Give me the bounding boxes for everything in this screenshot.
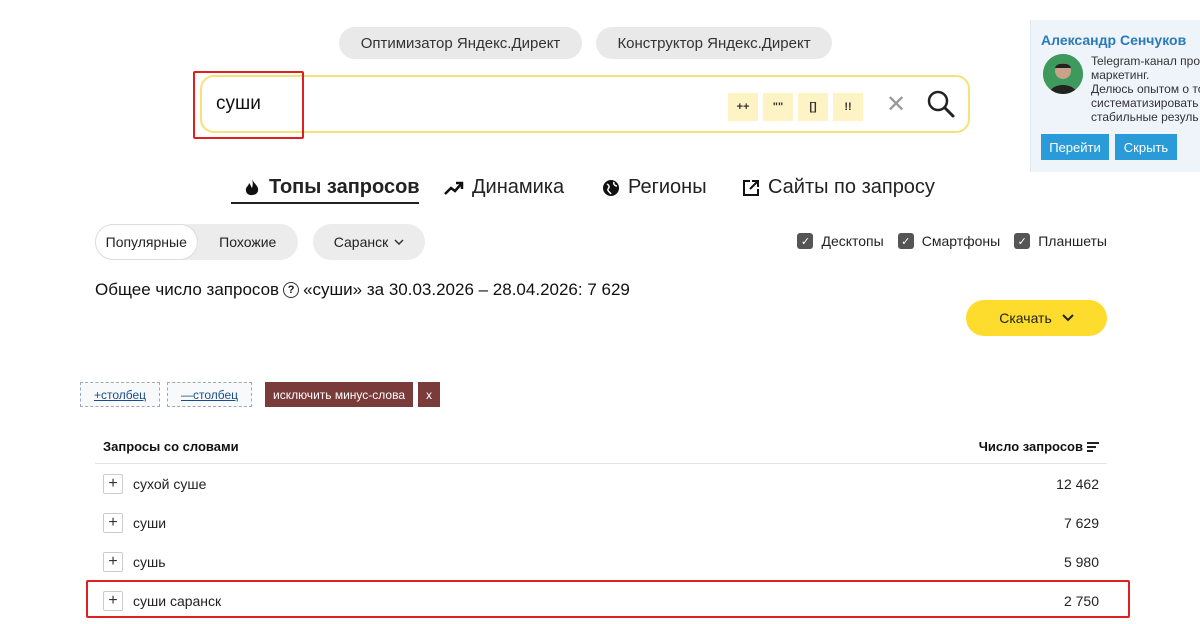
tab-regions[interactable]: Регионы: [602, 176, 707, 199]
promo-hide-button[interactable]: Скрыть: [1115, 134, 1177, 160]
device-label: Планшеты: [1038, 233, 1107, 249]
segment-popular[interactable]: Популярные: [95, 224, 198, 260]
region-select[interactable]: Саранск: [313, 224, 425, 260]
row-highlight-box: [86, 580, 1130, 618]
exclude-minus-words-button[interactable]: исключить минус-слова: [265, 382, 413, 407]
device-tablet[interactable]: ✓ Планшеты: [1014, 233, 1107, 249]
sort-icon[interactable]: [1087, 441, 1099, 452]
segment-similar[interactable]: Похожие: [198, 224, 299, 260]
add-column-button[interactable]: +столбец: [80, 382, 160, 407]
checkbox-checked-icon[interactable]: ✓: [1014, 233, 1031, 249]
table-row: + сушь 5 980: [95, 542, 1107, 581]
promo-line: маркетинг.: [1091, 68, 1150, 82]
promo-description: Telegram-канал про маркетинг. Делюсь опы…: [1091, 54, 1200, 124]
download-button[interactable]: Скачать: [966, 300, 1107, 336]
operator-brackets-button[interactable]: []: [798, 93, 828, 121]
table-header: Запросы со словами Число запросов: [95, 430, 1107, 464]
search-highlight-box: [193, 71, 304, 139]
checkbox-checked-icon[interactable]: ✓: [897, 233, 914, 249]
trend-icon: [444, 181, 464, 195]
device-desktop[interactable]: ✓ Десктопы: [797, 233, 884, 249]
chevron-down-icon: [1062, 314, 1074, 322]
close-button[interactable]: x: [418, 382, 440, 407]
promo-go-button[interactable]: Перейти: [1041, 134, 1109, 160]
device-label: Смартфоны: [921, 233, 1001, 249]
search-bar: суши ++ "" [] !! ✕: [200, 75, 970, 133]
operator-plus-button[interactable]: ++: [728, 93, 758, 121]
region-label: Саранск: [333, 234, 389, 250]
promo-widget: Александр Сенчуков Telegram-канал про ма…: [1030, 20, 1200, 172]
total-prefix: Общее число запросов: [95, 280, 280, 299]
query-text[interactable]: суши: [133, 515, 166, 531]
tab-dynamics[interactable]: Динамика: [444, 176, 564, 199]
column-header-count[interactable]: Число запросов: [979, 439, 1099, 454]
tab-label: Сайты по запросу: [768, 176, 935, 198]
tab-sites[interactable]: Сайты по запросу: [742, 176, 935, 199]
total-text: «суши» за 30.03.2026 – 28.04.2026: 7 629: [303, 280, 630, 299]
remove-column-button[interactable]: —столбец: [167, 382, 252, 407]
tab-top-queries[interactable]: Топы запросов: [243, 176, 420, 199]
search-icon[interactable]: [926, 89, 956, 119]
device-smartphone[interactable]: ✓ Смартфоны: [897, 233, 1001, 249]
query-count: 12 462: [1056, 475, 1099, 492]
table-row: + суши 7 629: [95, 503, 1107, 542]
globe-icon: [603, 179, 619, 196]
query-text[interactable]: сухой суше: [133, 476, 206, 492]
tab-label: Динамика: [472, 176, 565, 198]
chevron-down-icon: [394, 239, 404, 245]
column-header-query: Запросы со словами: [103, 439, 239, 454]
clear-icon[interactable]: ✕: [886, 90, 906, 119]
promo-author-name[interactable]: Александр Сенчуков: [1041, 32, 1186, 48]
promo-line: Делюсь опытом о то: [1091, 82, 1200, 96]
promo-line: Telegram-канал про: [1091, 54, 1200, 68]
operator-quotes-button[interactable]: "": [763, 93, 793, 121]
help-icon[interactable]: ?: [283, 282, 300, 298]
promo-line: систематизировать: [1091, 96, 1199, 110]
tab-label: Регионы: [628, 176, 707, 198]
active-tab-underline: [231, 202, 419, 204]
promo-line: стабильные резуль: [1091, 110, 1199, 124]
external-link-icon: [743, 179, 759, 196]
fire-icon: [245, 178, 259, 195]
tab-label: Топы запросов: [269, 176, 420, 198]
total-summary: Общее число запросов ? «суши» за 30.03.2…: [95, 280, 630, 300]
device-filters: ✓ Десктопы ✓ Смартфоны ✓ Планшеты: [797, 233, 1107, 249]
constructor-button[interactable]: Конструктор Яндекс.Директ: [596, 27, 832, 59]
query-count: 7 629: [1063, 514, 1099, 531]
device-label: Десктопы: [821, 233, 884, 249]
avatar: [1043, 54, 1083, 94]
column-header-count-label: Число запросов: [978, 439, 1083, 454]
tab-bar: Топы запросов Динамика Регионы Сайты по …: [0, 176, 1000, 206]
download-label: Скачать: [999, 310, 1052, 326]
optimizer-button[interactable]: Оптимизатор Яндекс.Директ: [339, 27, 582, 59]
add-query-button[interactable]: +: [103, 473, 123, 494]
query-count: 5 980: [1063, 553, 1099, 570]
table-row: + сухой суше 12 462: [95, 464, 1107, 503]
sort-segment: Популярные Похожие: [95, 224, 298, 260]
operator-exclamation-button[interactable]: !!: [833, 93, 863, 121]
add-query-button[interactable]: +: [103, 551, 123, 572]
query-text[interactable]: сушь: [133, 554, 166, 570]
checkbox-checked-icon[interactable]: ✓: [797, 233, 814, 249]
add-query-button[interactable]: +: [103, 512, 123, 533]
